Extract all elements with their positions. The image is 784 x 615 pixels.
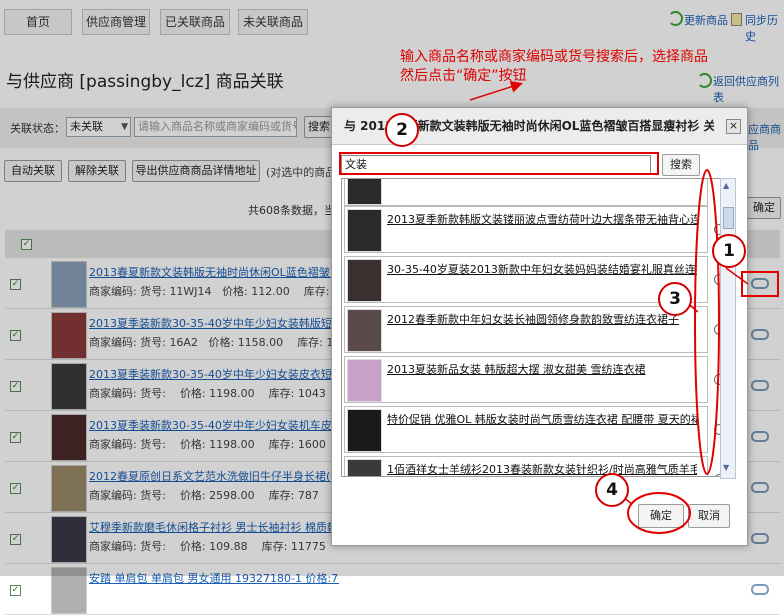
list-item[interactable]: 2013夏季新款韩版文装镂丽波点雪纺荷叶边大摆条带无袖背心连衣裙	[344, 206, 708, 253]
step-2-marker: 2	[385, 113, 419, 147]
product-meta	[89, 589, 339, 602]
step-1-marker: 1	[712, 234, 746, 268]
item-thumbnail	[347, 179, 382, 205]
close-icon[interactable]: ×	[726, 119, 741, 134]
item-thumbnail	[347, 259, 382, 302]
dialog-search-button[interactable]: 搜索	[662, 154, 700, 176]
list-item[interactable]: 30-35-40岁夏装2013新款中年妇女装妈妈装结婚宴礼服真丝连衣裙	[344, 256, 708, 303]
item-title-link[interactable]: 特价促销 优雅OL 韩版女装时尚气质雪纺连衣裙 配腰带 夏天的裙子	[387, 411, 697, 427]
list-item[interactable]: 特价促销 优雅OL 韩版女装时尚气质雪纺连衣裙 配腰带 夏天的裙子	[344, 406, 708, 453]
scroll-thumb[interactable]	[723, 207, 734, 229]
item-thumbnail	[347, 309, 382, 352]
link-icon[interactable]	[751, 584, 769, 595]
instruction-text-line2: 然后点击“确定”按钮	[400, 68, 527, 84]
row-checkbox[interactable]: ✓	[10, 585, 21, 596]
item-thumbnail	[347, 409, 382, 452]
dialog-scrollbar[interactable]: ▲ ▼	[720, 178, 736, 479]
dialog-cancel-button[interactable]: 取消	[688, 504, 730, 528]
dialog-search-input[interactable]: 文装	[341, 155, 651, 174]
step-4-marker: 4	[595, 473, 629, 507]
item-thumbnail	[347, 209, 382, 252]
list-item[interactable]: 1佰酒祥女士羊绒衫2013春装新款女装针织衫/时尚高雅气质羊毛衫	[344, 456, 708, 476]
link-product-dialog: 与 2013春夏新款文装韩版无袖时尚休闲OL蓝色褶皱百搭显瘦衬衫 关联 × 文装…	[331, 107, 748, 546]
step-3-marker: 3	[658, 282, 692, 316]
item-title-link[interactable]: 2013夏季新款韩版文装镂丽波点雪纺荷叶边大摆条带无袖背心连衣裙	[387, 211, 697, 227]
item-title-link[interactable]: 30-35-40岁夏装2013新款中年妇女装妈妈装结婚宴礼服真丝连衣裙	[387, 261, 697, 277]
scroll-up-icon[interactable]: ▲	[723, 181, 729, 190]
dialog-confirm-button[interactable]: 确定	[638, 504, 684, 528]
list-item[interactable]: 2012春季新款中年妇女装长袖圆领修身款韵致雪纺连衣裙子	[344, 306, 708, 353]
item-title-link[interactable]: 1佰酒祥女士羊绒衫2013春装新款女装针织衫/时尚高雅气质羊毛衫	[387, 461, 697, 476]
item-title-link[interactable]: 2012春季新款中年妇女装长袖圆领修身款韵致雪纺连衣裙子	[387, 311, 697, 327]
dialog-product-list[interactable]: 2013夏季新款韩版文装镂丽波点雪纺荷叶边大摆条带无袖背心连衣裙 30-35-40…	[341, 178, 731, 477]
item-thumbnail	[347, 459, 382, 476]
item-title-link[interactable]: 2013夏装新品女装 韩版超大摆 淑女甜美 雪纺连衣裙	[387, 361, 697, 377]
instruction-text-line1: 输入商品名称或商家编码或货号搜索后，选择商品	[400, 49, 708, 65]
list-item[interactable]: 2013夏装新品女装 韩版超大摆 淑女甜美 雪纺连衣裙	[344, 356, 708, 403]
list-item-partial	[344, 179, 708, 206]
scroll-down-icon[interactable]: ▼	[723, 463, 729, 472]
item-thumbnail	[347, 359, 382, 402]
